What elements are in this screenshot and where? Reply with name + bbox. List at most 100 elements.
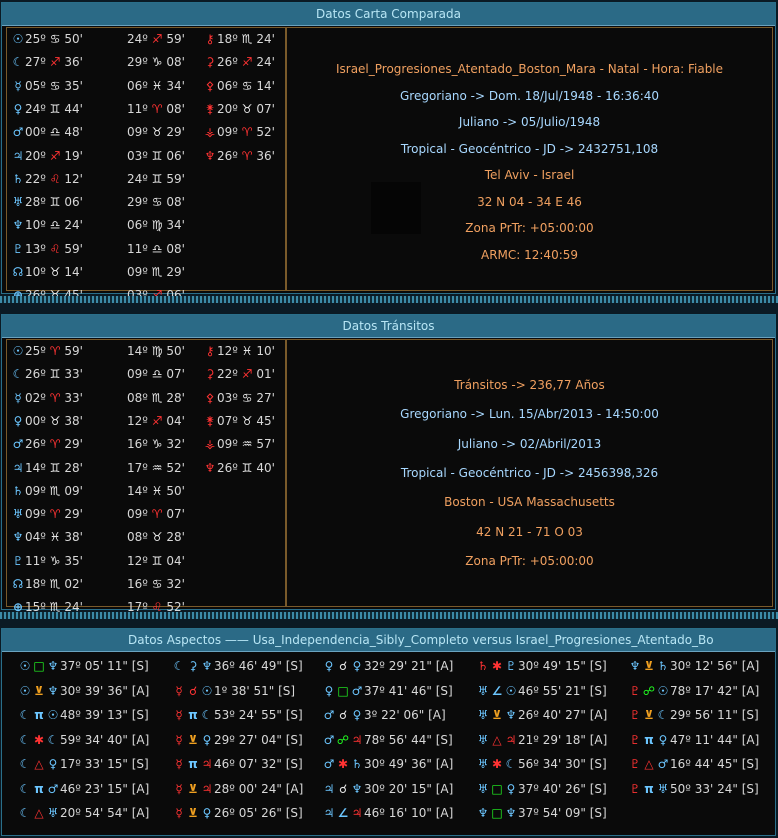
minute-value: 38' bbox=[64, 413, 83, 428]
cusp-minute: 07' bbox=[166, 507, 185, 522]
planet-icon: ☿ bbox=[175, 781, 183, 796]
aspect-icon: ✱ bbox=[33, 732, 45, 747]
planet-icon: ♇ bbox=[629, 683, 641, 698]
info-line: Juliano -> 02/Abril/2013 bbox=[457, 436, 602, 451]
aspect-icon: ∠ bbox=[491, 683, 503, 698]
cusp-minute: 34' bbox=[166, 78, 185, 93]
aspect-icon: □ bbox=[33, 659, 45, 673]
house-cusp: 06º ♓ 34' bbox=[127, 79, 185, 93]
aspect-orb: 36º 46' 49" [S] bbox=[214, 659, 303, 673]
planet-icon: ♆ bbox=[477, 806, 489, 820]
minute-value: 28' bbox=[64, 460, 83, 475]
cusp-degree: 29º bbox=[127, 195, 148, 210]
minute-value: 57' bbox=[256, 437, 275, 452]
info-line: Gregoriano -> Lun. 15/Abr/2013 - 14:50:0… bbox=[400, 407, 659, 422]
cusp-degree: 14º bbox=[127, 344, 148, 358]
aspect-entry: ♀ □ ♂ 37º 41' 46" [S] bbox=[322, 684, 453, 698]
transits-info-panel: Tránsitos -> 236,77 Años Gregoriano -> Lu… bbox=[286, 339, 773, 607]
minute-value: 06' bbox=[64, 195, 83, 210]
aspect-entry: ☿ ⊻ ♀ 26º 05' 26" [S] bbox=[172, 806, 302, 820]
asteroid-position: ⚷ 12º ♓ 10' bbox=[203, 344, 275, 358]
info-line: Gregoriano -> Dom. 18/Jul/1948 - 16:36:4… bbox=[399, 88, 660, 103]
info-line: Zona PrTr: +05:00:00 bbox=[465, 553, 594, 568]
degree-value: 22º bbox=[217, 367, 238, 382]
leo-icon: ♌ bbox=[45, 171, 65, 186]
house-cusp: 14º ♓ 50' bbox=[127, 484, 185, 498]
aspect-icon: ☍ bbox=[642, 683, 656, 698]
zodiac-sign-icon: ♓ bbox=[147, 78, 167, 93]
planet-icon: ♇ bbox=[629, 708, 641, 722]
planet-icon: ♂ bbox=[323, 708, 335, 722]
cusp-degree: 24º bbox=[127, 32, 148, 46]
aspect-orb: 29º 56' 11" [S] bbox=[670, 708, 759, 722]
planet-icon: ♃ bbox=[201, 757, 213, 771]
planet-icon: ♇ bbox=[629, 757, 641, 771]
planet-position: ☿ 02º ♈ 33' bbox=[11, 391, 83, 405]
minute-value: 38' bbox=[64, 530, 83, 545]
degree-value: 04º bbox=[25, 530, 46, 545]
asteroid-position: ♆ 26º ♊ 40' bbox=[203, 461, 275, 475]
aspect-entry: ♅ ✱ ☾ 56º 34' 30" [S] bbox=[476, 757, 607, 771]
house-cusp: 24º ♊ 59' bbox=[127, 172, 185, 186]
minute-value: 50' bbox=[64, 32, 83, 46]
planet-icon: ♃ bbox=[505, 732, 517, 747]
cusp-degree: 09º bbox=[127, 265, 148, 279]
planet-icon: ♂ bbox=[323, 732, 335, 747]
zodiac-sign-icon: ♋ bbox=[237, 78, 257, 93]
degree-value: 14º bbox=[25, 460, 46, 475]
zodiac-sign-icon: ♈ bbox=[45, 344, 65, 358]
minute-value: 24' bbox=[64, 218, 83, 233]
aspect-icon: ☌ bbox=[338, 781, 348, 796]
sagittarius-icon: ♐ bbox=[45, 148, 65, 163]
aspect-orb: 59º 34' 40" [A] bbox=[60, 732, 150, 747]
aspect-icon: ⊻ bbox=[188, 781, 198, 796]
planet-icon: ☉ bbox=[19, 683, 31, 698]
cusp-minute: 34' bbox=[166, 218, 185, 233]
cusp-minute: 04' bbox=[166, 553, 185, 568]
aspect-orb: 47º 11' 44" [A] bbox=[670, 732, 760, 747]
pallas-icon: ⚴ bbox=[205, 78, 215, 93]
aspect-icon: π bbox=[188, 708, 198, 722]
degree-value: 20º bbox=[25, 148, 46, 163]
minute-value: 14' bbox=[256, 78, 275, 93]
degree-value: 26º bbox=[217, 460, 238, 475]
jupiter-icon: ♃ bbox=[12, 148, 24, 163]
info-line: Tropical - Geocéntrico - JD -> 2456398,3… bbox=[400, 465, 659, 480]
degree-value: 00º bbox=[25, 413, 46, 428]
asteroid-position: ⚳ 22º ♐ 01' bbox=[203, 367, 275, 381]
aspects-panel-title: Datos Aspectos —— Usa_Independencia_Sibl… bbox=[2, 629, 775, 652]
aspect-orb: 30º 39' 36" [A] bbox=[60, 683, 150, 698]
zodiac-sign-icon: ♍ bbox=[147, 218, 167, 233]
planet-icon: ☉ bbox=[201, 683, 213, 698]
aspect-orb: 46º 07' 32" [S] bbox=[214, 757, 303, 771]
planet-icon: ☾ bbox=[505, 757, 517, 771]
cusp-degree: 08º bbox=[127, 390, 148, 405]
minute-value: 19' bbox=[64, 148, 83, 163]
planet-icon: ♅ bbox=[47, 806, 59, 820]
asteroid-position: ♆ 26º ♈ 36' bbox=[203, 149, 275, 163]
gemini-icon: ♊ bbox=[45, 101, 65, 116]
zodiac-sign-icon: ♋ bbox=[147, 577, 167, 591]
aspect-orb: 30º 20' 15" [A] bbox=[364, 781, 454, 796]
cusp-minute: 28' bbox=[166, 530, 185, 545]
minute-value: 29' bbox=[64, 437, 83, 452]
sun-icon: ☉ bbox=[12, 32, 24, 46]
planet-position: ♃ 14º ♊ 28' bbox=[11, 461, 83, 475]
zodiac-sign-icon: ♉ bbox=[147, 125, 167, 140]
zodiac-sign-icon: ♎ bbox=[147, 367, 167, 382]
planet-icon: ♂ bbox=[657, 757, 669, 771]
planet-icon: ♀ bbox=[202, 732, 212, 747]
aspect-orb: 53º 24' 55" [S] bbox=[214, 708, 303, 722]
separator-stripes bbox=[0, 296, 778, 303]
planet-icon: ☿ bbox=[175, 806, 183, 820]
aspect-orb: 37º 54' 09" [S] bbox=[518, 806, 607, 820]
minute-value: 45' bbox=[256, 413, 275, 428]
aspect-icon: π bbox=[188, 757, 198, 771]
planet-icon: ♂ bbox=[47, 781, 59, 796]
planet-icon: ♇ bbox=[629, 732, 641, 747]
aspect-entry: ☾ ✱ ☾ 59º 34' 40" [A] bbox=[18, 732, 150, 747]
aspect-orb: 32º 29' 21" [A] bbox=[364, 659, 454, 673]
zodiac-sign-icon: ♏ bbox=[45, 483, 65, 498]
cusp-minute: 08' bbox=[166, 241, 185, 256]
zodiac-sign-icon: ♈ bbox=[45, 390, 65, 405]
